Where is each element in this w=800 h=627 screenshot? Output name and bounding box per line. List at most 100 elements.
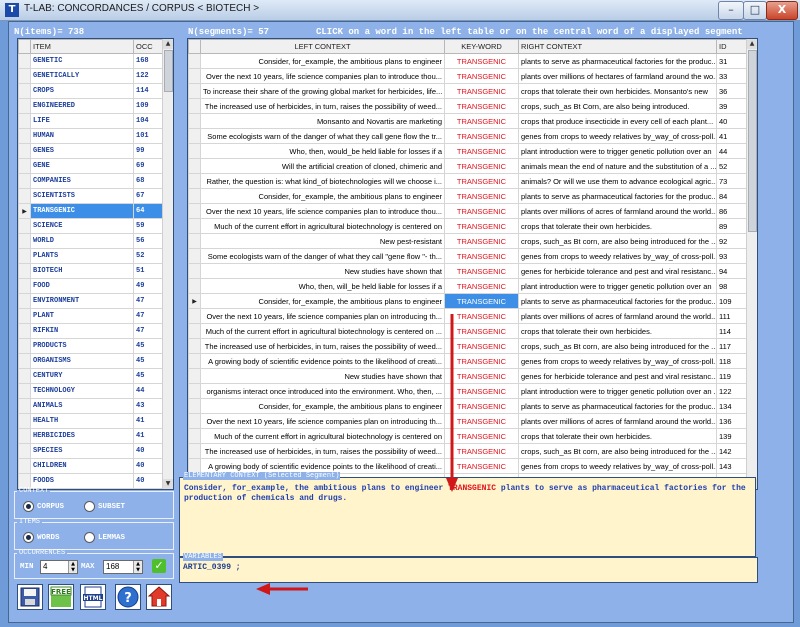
keyword-cell[interactable]: TRANSGENIC [444,233,519,249]
keyword-cell[interactable]: TRANSGENIC [444,98,519,114]
item-cell[interactable]: GENES [30,143,134,159]
segment-row[interactable]: Rather, the question is: what kind_of bi… [188,173,748,189]
item-cell[interactable]: SCIENCE [30,218,134,234]
free-button[interactable]: FREE [48,584,74,610]
item-cell[interactable]: ENVIRONMENT [30,293,134,309]
item-row[interactable]: GENE 69 [18,158,164,174]
segment-row[interactable]: Consider, for_example, the ambitious pla… [188,188,748,204]
item-cell[interactable]: GENETICALLY [30,68,134,84]
segment-row[interactable]: Consider, for_example, the ambitious pla… [188,53,748,69]
item-row[interactable]: HEALTH 41 [18,413,164,429]
keyword-cell[interactable]: TRANSGENIC [444,113,519,129]
item-row[interactable]: HUMAN 101 [18,128,164,144]
keyword-cell[interactable]: TRANSGENIC [444,53,519,69]
item-row[interactable]: COMPANIES 68 [18,173,164,189]
segment-row[interactable]: A growing body of scientific evidence po… [188,353,748,369]
items-scrollbar[interactable]: ▲ ▼ [162,39,173,489]
keyword-cell[interactable]: TRANSGENIC [444,128,519,144]
close-button[interactable]: X [766,1,798,20]
keyword-cell[interactable]: TRANSGENIC [444,428,519,444]
item-row[interactable]: SCIENTISTS 67 [18,188,164,204]
segment-row[interactable]: The increased use of herbicides, in turn… [188,443,748,459]
corpus-radio[interactable]: CORPUS [23,501,64,512]
radio-selected-icon[interactable] [23,532,34,543]
segment-row[interactable]: Some ecologists warn of the danger of wh… [188,128,748,144]
item-cell[interactable]: SCIENTISTS [30,188,134,204]
item-row[interactable]: ENGINEERED 109 [18,98,164,114]
lemmas-radio[interactable]: LEMMAS [84,532,125,543]
segment-row[interactable]: Over the next 10 years, life science com… [188,413,748,429]
keyword-cell[interactable]: TRANSGENIC [444,188,519,204]
max-stepper[interactable]: 168 ▲ ▼ [103,560,143,574]
words-radio[interactable]: WORDS [23,532,60,543]
keyword-cell[interactable]: TRANSGENIC [444,68,519,84]
item-cell[interactable]: ORGANISMS [30,353,134,369]
segment-row[interactable]: Consider, for_example, the ambitious pla… [188,398,748,414]
item-row[interactable]: ENVIRONMENT 47 [18,293,164,309]
keyword-cell[interactable]: TRANSGENIC [444,143,519,159]
item-row[interactable]: HERBICIDES 41 [18,428,164,444]
segment-row[interactable]: To increase their share of the growing g… [188,83,748,99]
segment-row[interactable]: Over the next 10 years, life science com… [188,203,748,219]
item-cell[interactable]: WORLD [30,233,134,249]
item-cell[interactable]: GENETIC [30,53,134,69]
item-row[interactable]: CROPS 114 [18,83,164,99]
keyword-cell[interactable]: TRANSGENIC [444,263,519,279]
item-cell[interactable]: PLANTS [30,248,134,264]
segment-row[interactable]: Some ecologists warn of the danger of wh… [188,248,748,264]
segment-row[interactable]: Over the next 10 years, life science com… [188,68,748,84]
item-cell[interactable]: GENE [30,158,134,174]
minimize-button[interactable]: – [718,1,744,20]
item-cell[interactable]: TECHNOLOGY [30,383,134,399]
keyword-cell[interactable]: TRANSGENIC [444,248,519,264]
item-row[interactable]: ▶ TRANSGENIC 64 [18,203,164,219]
item-cell[interactable]: CROPS [30,83,134,99]
item-row[interactable]: WORLD 56 [18,233,164,249]
segment-row[interactable]: Monsanto and Novartis are marketing TRANS… [188,113,748,129]
segment-row[interactable]: Much of the current effort in agricultur… [188,218,748,234]
segment-row[interactable]: Will the artificial creation of cloned, … [188,158,748,174]
home-button[interactable] [146,584,172,610]
segment-row[interactable]: Much of the current effort in agricultur… [188,428,748,444]
item-cell[interactable]: CENTURY [30,368,134,384]
help-button[interactable]: ? [115,584,141,610]
stepper-arrows-icon[interactable]: ▲ ▼ [68,561,77,573]
segment-row[interactable]: ▶ Consider, for_example, the ambitious pl… [188,293,748,309]
html-export-button[interactable]: HTML [80,584,106,610]
item-row[interactable]: SPECIES 40 [18,443,164,459]
item-row[interactable]: FOOD 49 [18,278,164,294]
left-context-column-header[interactable]: LEFT CONTEXT [200,39,445,54]
radio-unselected-icon[interactable] [84,501,95,512]
radio-unselected-icon[interactable] [84,532,95,543]
item-cell[interactable]: FOOD [30,278,134,294]
item-cell[interactable]: LIFE [30,113,134,129]
segment-row[interactable]: Who, then, would_be held liable for loss… [188,143,748,159]
keyword-cell[interactable]: TRANSGENIC [444,323,519,339]
keyword-cell[interactable]: TRANSGENIC [444,443,519,459]
item-row[interactable]: TECHNOLOGY 44 [18,383,164,399]
item-cell[interactable]: TRANSGENIC [30,203,134,219]
item-row[interactable]: RIFKIN 47 [18,323,164,339]
segment-row[interactable]: New pest-resistant TRANSGENIC crops, such_… [188,233,748,249]
item-row[interactable]: PRODUCTS 45 [18,338,164,354]
keyword-cell[interactable]: TRANSGENIC [444,158,519,174]
item-cell[interactable]: BIOTECH [30,263,134,279]
segment-row[interactable]: Over the next 10 years, life science com… [188,308,748,324]
keyword-cell[interactable]: TRANSGENIC [444,83,519,99]
segment-row[interactable]: New studies have shown thatTRANSGENICgen… [188,263,748,279]
radio-selected-icon[interactable] [23,501,34,512]
apply-check-icon[interactable]: ✓ [152,559,166,573]
keyword-cell[interactable]: TRANSGENIC [444,308,519,324]
maximize-button[interactable]: □ [743,1,767,20]
item-row[interactable]: SCIENCE 59 [18,218,164,234]
item-row[interactable]: CENTURY 45 [18,368,164,384]
item-cell[interactable]: HEALTH [30,413,134,429]
scroll-up-icon[interactable]: ▲ [747,39,757,49]
item-row[interactable]: PLANT 47 [18,308,164,324]
segment-row[interactable]: Much of the current effort in agricultur… [188,323,748,339]
item-cell[interactable]: ANIMALS [30,398,134,414]
keyword-column-header[interactable]: KEY-WORD [444,39,519,54]
save-button[interactable] [17,584,43,610]
item-cell[interactable]: RIFKIN [30,323,134,339]
segment-row[interactable]: The increased use of herbicides, in turn… [188,98,748,114]
